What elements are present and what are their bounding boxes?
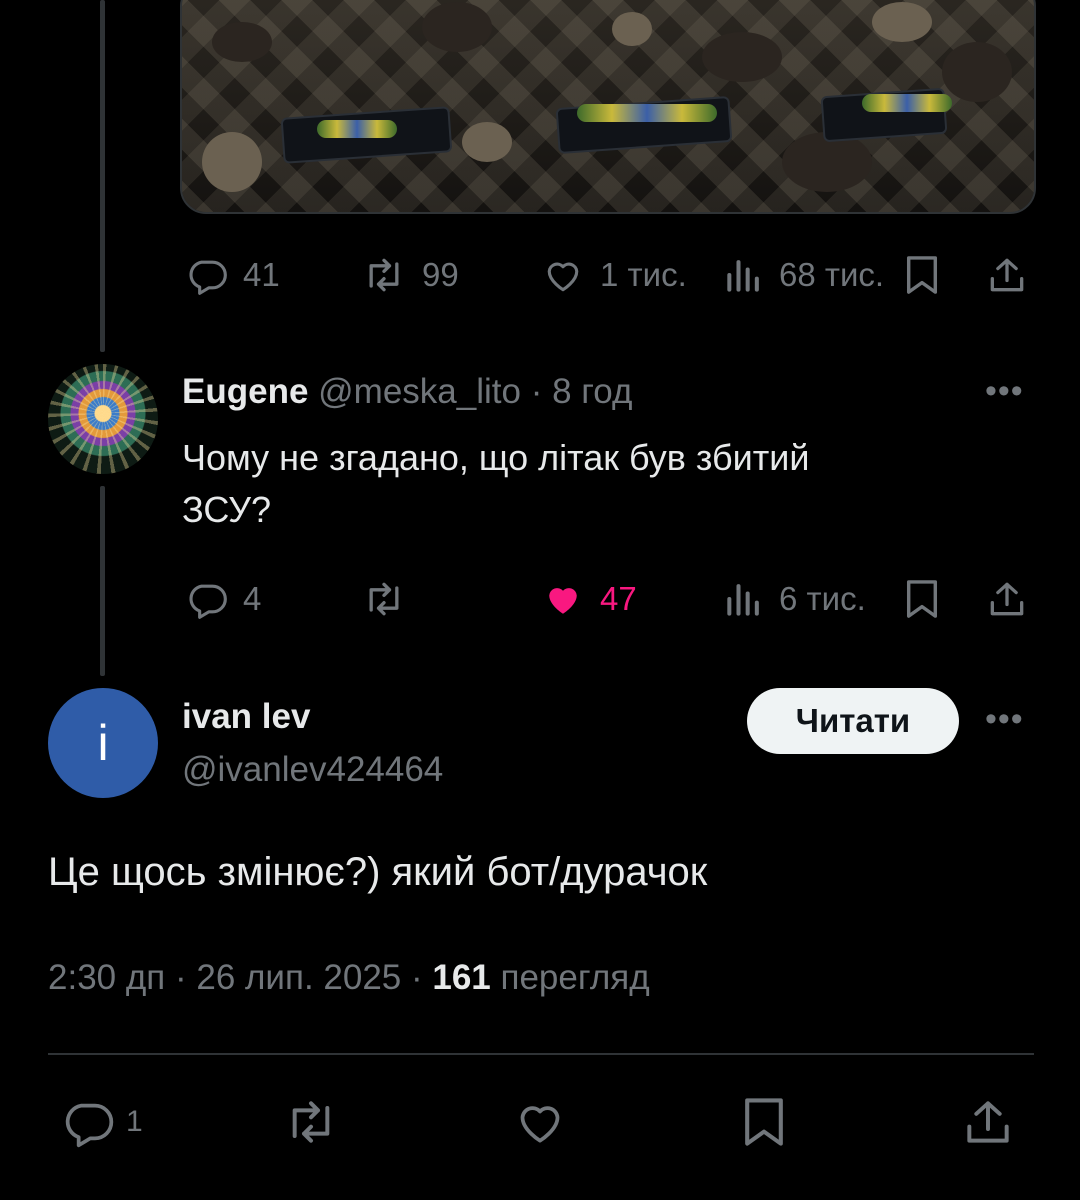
reply-count: 4 <box>243 580 262 617</box>
reply-icon <box>189 584 227 619</box>
reply-button[interactable]: 41 <box>185 250 280 300</box>
tweet-date[interactable]: 26 лип. 2025 <box>196 958 401 997</box>
share-icon <box>990 582 1024 616</box>
reply-button[interactable]: 1 <box>60 1092 143 1152</box>
repost-button[interactable]: 99 <box>360 250 459 300</box>
tweet-text: Це щось змінює?) який бот/дурачок <box>48 850 708 894</box>
top-tweet-actions: 41 99 1 тис. 68 тис. <box>180 250 1030 300</box>
bookmark-button[interactable] <box>903 574 941 624</box>
repost-icon <box>369 258 399 292</box>
like-button[interactable]: 47 <box>540 574 637 624</box>
tweet-image[interactable] <box>180 0 1036 214</box>
more-icon[interactable]: ••• <box>985 700 1024 739</box>
reply-button[interactable]: 4 <box>185 574 261 624</box>
main-tweet-actions: 1 <box>48 1092 1034 1152</box>
avatar[interactable]: i <box>48 688 158 798</box>
reply-count: 1 <box>126 1105 143 1138</box>
like-count: 47 <box>600 580 637 617</box>
share-icon <box>990 258 1024 292</box>
more-icon[interactable]: ••• <box>985 372 1024 411</box>
views-count: 6 тис. <box>779 580 866 617</box>
thread-line-top <box>100 0 105 352</box>
timestamp[interactable]: 8 год <box>552 372 632 411</box>
views-button[interactable]: 6 тис. <box>723 574 866 624</box>
follow-button[interactable]: Читати <box>747 688 959 754</box>
avatar[interactable] <box>48 364 158 474</box>
share-icon <box>967 1101 1009 1143</box>
share-button[interactable] <box>960 1092 1016 1152</box>
tweet-meta: 2:30 дп · 26 лип. 2025 · 161 перегляд <box>48 958 650 998</box>
separator: · <box>174 958 187 997</box>
like-button[interactable] <box>510 1092 570 1152</box>
thread-line-bottom <box>100 486 105 676</box>
like-icon <box>549 588 577 614</box>
author-handle[interactable]: @meska_lito <box>318 372 521 411</box>
views-count: 161 <box>432 958 491 997</box>
author-name[interactable]: Eugene <box>182 372 308 411</box>
repost-button[interactable] <box>280 1092 342 1152</box>
bookmark-icon <box>906 580 938 618</box>
bookmark-button[interactable] <box>903 250 941 300</box>
reply-icon <box>65 1103 114 1148</box>
separator: · <box>410 958 423 997</box>
repost-icon <box>369 582 399 616</box>
views-icon <box>727 260 759 292</box>
avatar-letter: i <box>97 715 109 771</box>
repost-count: 99 <box>422 256 459 293</box>
tweet-time[interactable]: 2:30 дп <box>48 958 165 997</box>
reply-text: Чому не згадано, що літак був збитий ЗСУ… <box>182 432 809 536</box>
reply-text-line: ЗСУ? <box>182 489 272 530</box>
bookmark-icon <box>906 256 938 294</box>
reply-actions: 4 47 6 тис. <box>180 574 1030 624</box>
author-name[interactable]: ivan lev <box>182 697 310 737</box>
like-icon <box>547 262 579 292</box>
views-count: 68 тис. <box>779 256 885 293</box>
like-button[interactable]: 1 тис. <box>540 250 687 300</box>
author-handle[interactable]: @ivanlev424464 <box>182 750 443 790</box>
share-button[interactable] <box>985 574 1029 624</box>
reply-icon <box>189 260 227 295</box>
divider <box>48 1053 1034 1055</box>
repost-icon <box>292 1101 330 1143</box>
views-label: перегляд <box>500 958 650 997</box>
separator: · <box>530 372 543 411</box>
reply-header: Eugene @meska_lito · 8 год <box>182 372 632 412</box>
bookmark-icon <box>745 1098 783 1146</box>
share-button[interactable] <box>985 250 1029 300</box>
bookmark-button[interactable] <box>740 1092 788 1152</box>
views-button[interactable]: 68 тис. <box>723 250 884 300</box>
views-icon <box>727 584 759 616</box>
reply-text-line: Чому не згадано, що літак був збитий <box>182 437 810 478</box>
like-count: 1 тис. <box>600 256 687 293</box>
like-icon <box>520 1106 560 1143</box>
reply-count: 41 <box>243 256 280 293</box>
repost-button[interactable] <box>360 574 408 624</box>
